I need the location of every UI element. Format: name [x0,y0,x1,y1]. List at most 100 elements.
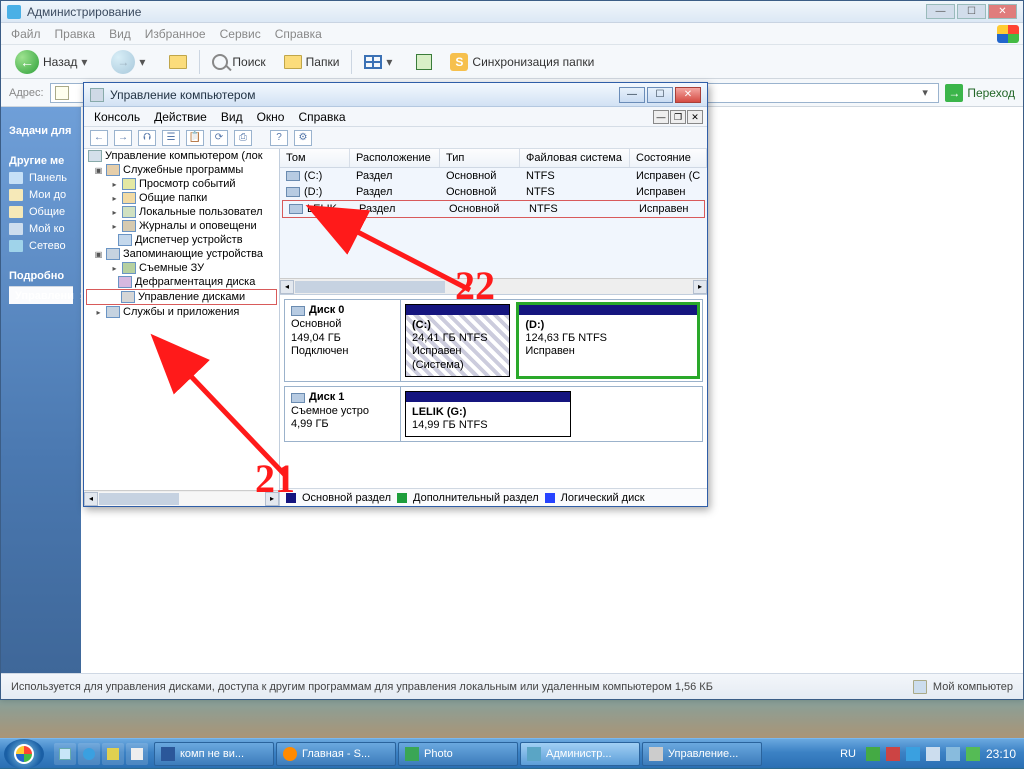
menu-file[interactable]: Файл [11,27,41,41]
col-fs[interactable]: Файловая система [520,149,630,167]
menu-view[interactable]: Вид [221,110,243,124]
menu-help[interactable]: Справка [275,27,322,41]
volume-row-selected[interactable]: LELIK Раздел Основной NTFS Исправен [282,200,705,218]
go-button[interactable]: → Переход [945,84,1015,102]
menu-edit[interactable]: Правка [55,27,96,41]
forward-button[interactable]: → ▾ [105,47,157,77]
expand-icon[interactable]: ▸ [94,308,103,317]
close-button[interactable]: ✕ [675,87,701,103]
tree-scrollbar[interactable]: ◂ ▸ [84,490,279,506]
up-button[interactable] [163,52,193,72]
back-button[interactable]: ← [90,130,108,146]
sync-button[interactable]: S Синхронизация папки [444,50,600,74]
chevron-down-icon[interactable]: ▾ [139,55,151,69]
volume-row[interactable]: (C:) Раздел Основной NTFS Исправен (С [280,168,707,184]
menu-console[interactable]: Консоль [94,110,140,124]
tree-item[interactable]: Дефрагментация диска [84,275,279,289]
clock[interactable]: 23:10 [986,747,1016,761]
scroll-right-button[interactable]: ▸ [693,280,707,294]
collapse-icon[interactable]: ▣ [94,166,103,175]
folders-button[interactable]: Папки [278,52,346,72]
tree-storage-group[interactable]: ▣ Запоминающие устройства [84,247,279,261]
tree-item[interactable]: Диспетчер устройств [84,233,279,247]
minimize-button[interactable]: — [619,87,645,103]
close-button[interactable]: ✕ [988,4,1017,19]
col-tom[interactable]: Том [280,149,350,167]
child-minimize-button[interactable]: — [653,110,669,124]
task-button[interactable]: Photo [398,742,518,766]
partition-d[interactable]: (D:) 124,63 ГБ NTFS Исправен [518,304,698,377]
help-button[interactable]: ? [270,130,288,146]
menu-view[interactable]: Вид [109,27,131,41]
ql-button[interactable] [126,743,148,765]
disk-row[interactable]: Диск 1 Съемное устро 4,99 ГБ LELIK (G:) … [284,386,703,442]
tree-svc-group[interactable]: ▣ Служебные программы [84,163,279,177]
tray-network-icon[interactable] [926,747,940,761]
expand-icon[interactable]: ▸ [110,180,119,189]
back-button[interactable]: ← Назад ▾ [9,47,99,77]
mmc-titlebar[interactable]: Управление компьютером — ☐ ✕ [84,83,707,107]
maximize-button[interactable]: ☐ [957,4,986,19]
task-button[interactable]: Главная - S... [276,742,396,766]
export-button[interactable]: ⎙ [234,130,252,146]
collapse-icon[interactable]: ▣ [94,250,103,259]
col-loc[interactable]: Расположение [350,149,440,167]
expand-icon[interactable]: ▸ [110,222,119,231]
check-button[interactable] [410,51,438,73]
sidebar-item[interactable]: Мой ко [9,223,73,235]
tree-item[interactable]: ▸Просмотр событий [84,177,279,191]
scroll-left-button[interactable]: ◂ [280,280,294,294]
chevron-down-icon[interactable]: ▾ [386,55,398,69]
scroll-thumb[interactable] [99,493,179,505]
sidebar-item[interactable]: Общие [9,206,73,218]
sidebar-item[interactable]: Сетево [9,240,73,252]
child-close-button[interactable]: ✕ [687,110,703,124]
task-button[interactable]: Управление... [642,742,762,766]
show-hide-button[interactable]: ☰ [162,130,180,146]
menu-help[interactable]: Справка [298,110,345,124]
partition-c[interactable]: (C:) 24,41 ГБ NTFS Исправен (Система) [405,304,510,377]
tray-icon[interactable] [966,747,980,761]
scroll-track[interactable] [294,280,693,294]
admin-titlebar[interactable]: Администрирование — ☐ ✕ [1,1,1023,23]
task-button[interactable]: Администр... [520,742,640,766]
col-state[interactable]: Состояние [630,149,707,167]
tree-item[interactable]: ▸Съемные ЗУ [84,261,279,275]
disk-row[interactable]: Диск 0 Основной 149,04 ГБ Подключен (C:)… [284,299,703,382]
menu-action[interactable]: Действие [154,110,207,124]
scroll-thumb[interactable] [295,281,445,293]
volume-scrollbar[interactable]: ◂ ▸ [280,278,707,294]
up-button[interactable]: ⮉ [138,130,156,146]
tray-icon[interactable] [886,747,900,761]
minimize-button[interactable]: — [926,4,955,19]
expand-icon[interactable]: ▸ [110,264,119,273]
volume-row[interactable]: (D:) Раздел Основной NTFS Исправен [280,184,707,200]
expand-icon[interactable]: ▸ [110,194,119,203]
scroll-left-button[interactable]: ◂ [84,492,98,506]
sidebar-item[interactable]: Панель [9,172,73,184]
maximize-button[interactable]: ☐ [647,87,673,103]
tree-item-diskmgmt[interactable]: Управление дисками [86,289,277,305]
tray-icon[interactable] [906,747,920,761]
col-type[interactable]: Тип [440,149,520,167]
sidebar-item[interactable]: Мои до [9,189,73,201]
language-indicator[interactable]: RU [836,748,860,760]
tree-apps[interactable]: ▸Службы и приложения [84,305,279,319]
refresh-button[interactable]: ⟳ [210,130,228,146]
task-button[interactable]: комп не ви... [154,742,274,766]
search-button[interactable]: Поиск [206,51,271,73]
tree-item[interactable]: ▸Локальные пользовател [84,205,279,219]
menu-fav[interactable]: Избранное [145,27,206,41]
partition-g[interactable]: LELIK (G:) 14,99 ГБ NTFS [405,391,571,437]
properties-button[interactable]: 📋 [186,130,204,146]
menu-window[interactable]: Окно [257,110,285,124]
tree-item[interactable]: ▸Общие папки [84,191,279,205]
chevron-down-icon[interactable]: ▾ [81,55,93,69]
settings-button[interactable]: ⚙ [294,130,312,146]
console-tree[interactable]: Управление компьютером (лок ▣ Служебные … [84,149,280,506]
chevron-down-icon[interactable]: ▾ [922,86,934,99]
forward-button[interactable]: → [114,130,132,146]
menu-tools[interactable]: Сервис [220,27,261,41]
tree-root[interactable]: Управление компьютером (лок [84,149,279,163]
start-button[interactable] [4,739,44,769]
